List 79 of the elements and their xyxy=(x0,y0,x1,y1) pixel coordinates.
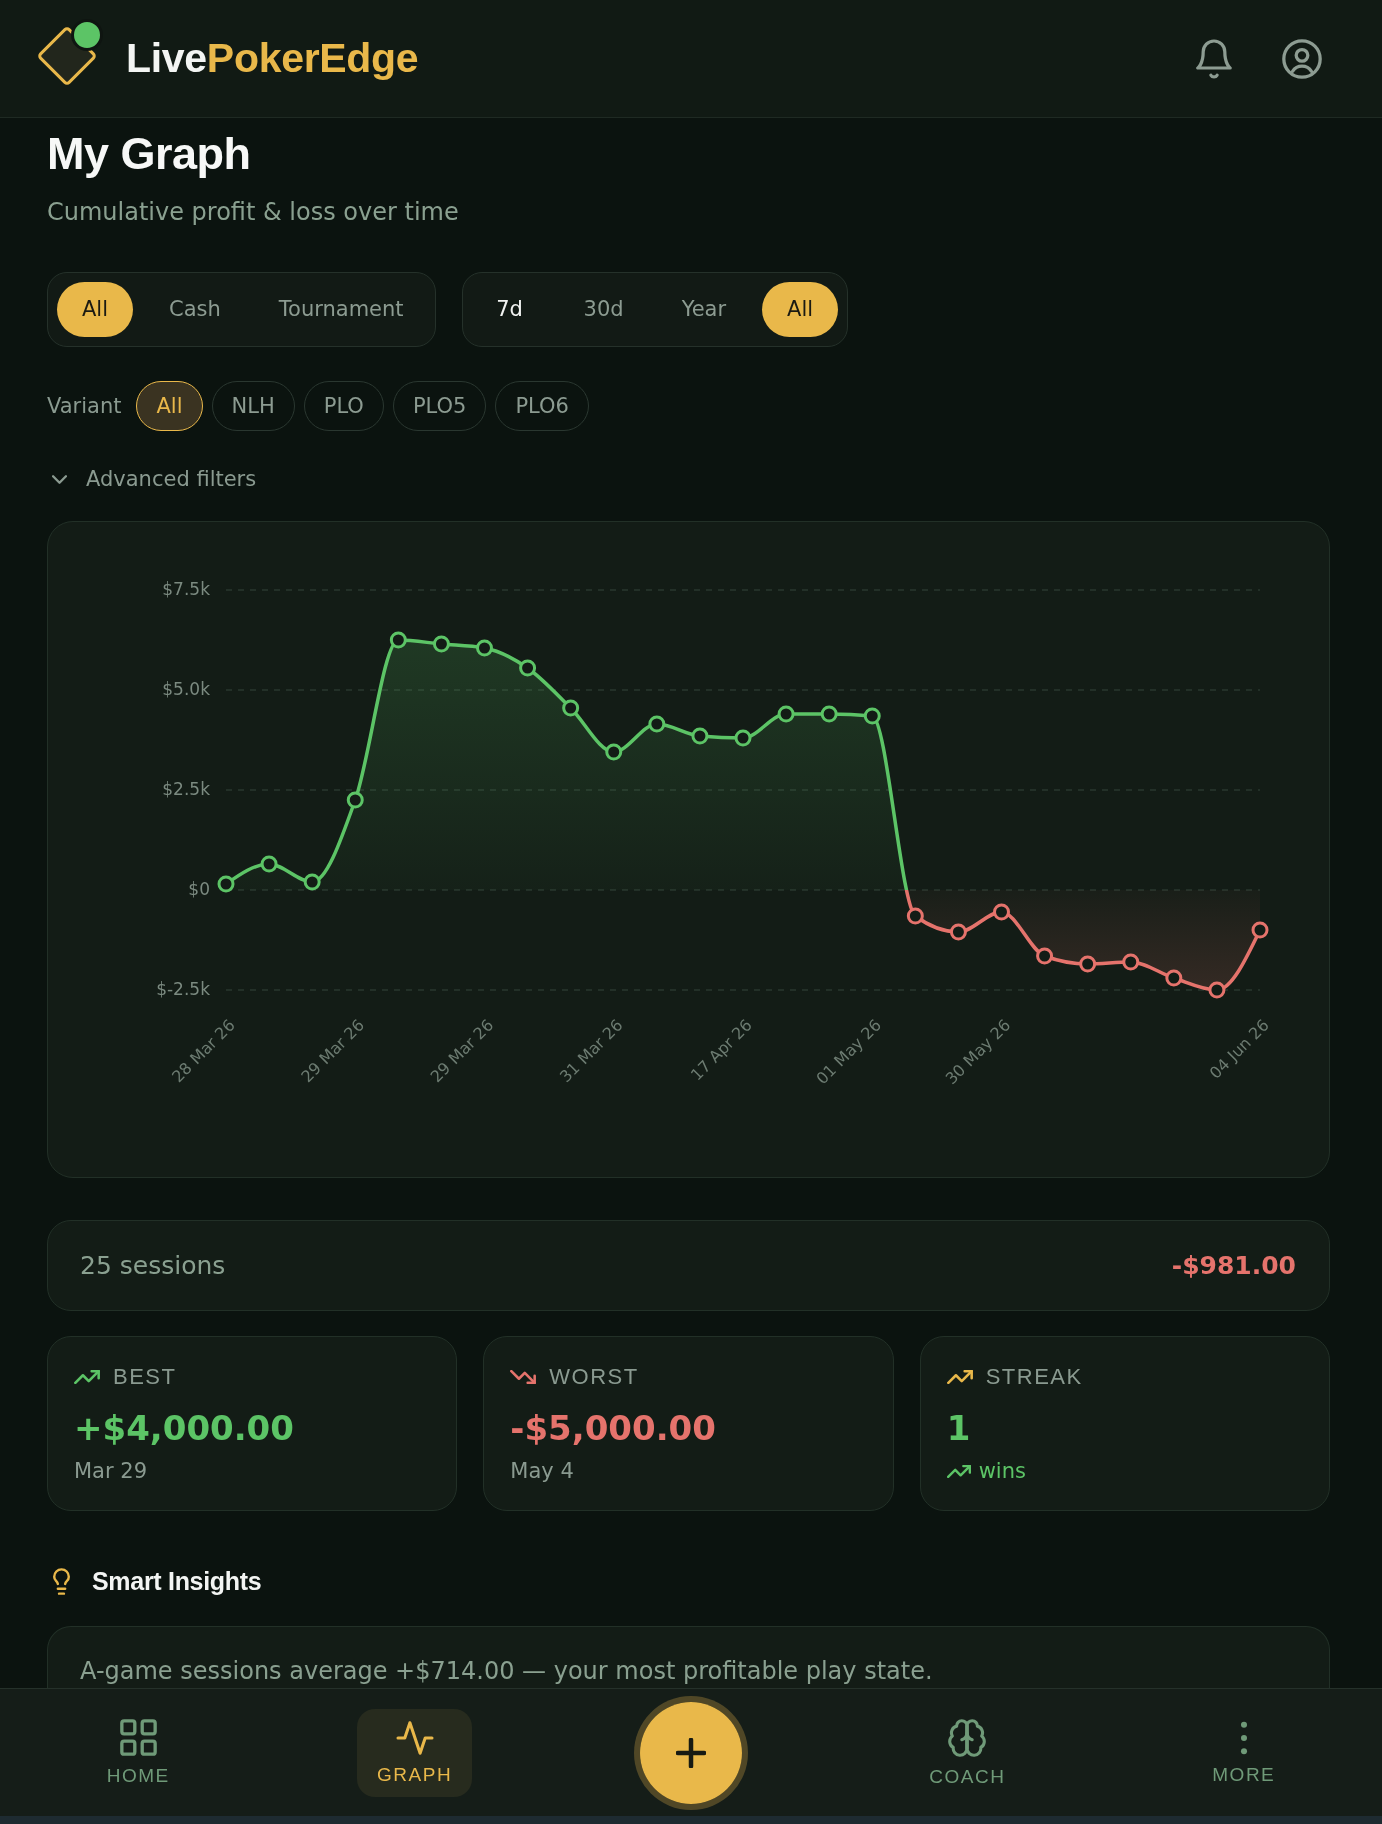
stat-caption: wins xyxy=(978,1458,1026,1485)
stat-value: -$5,000.00 xyxy=(510,1407,716,1450)
data-point xyxy=(1208,981,1226,999)
x-axis-label: 17 Apr 26 xyxy=(686,1015,756,1085)
stat-date: Mar 29 xyxy=(74,1458,148,1485)
plus-icon xyxy=(676,1737,706,1768)
stat-label: BEST xyxy=(113,1364,177,1390)
total-profit: -$981.00 xyxy=(1171,1249,1296,1282)
data-point xyxy=(1036,947,1054,965)
stat-label: WORST xyxy=(549,1364,639,1390)
segment-tab[interactable]: All xyxy=(762,282,839,337)
x-axis-label: 04 Jun 26 xyxy=(1205,1015,1273,1083)
data-point xyxy=(691,727,709,745)
y-axis-label: $5.0k xyxy=(162,679,210,699)
page-subtitle: Cumulative profit & loss over time xyxy=(47,197,460,228)
trend-up-icon xyxy=(946,1464,971,1478)
x-axis-label: 29 Mar 26 xyxy=(426,1015,498,1087)
data-point xyxy=(863,707,881,725)
data-point xyxy=(1251,921,1269,939)
data-point xyxy=(476,639,493,657)
data-point xyxy=(605,743,623,761)
brand-name: LivePokerEdge xyxy=(126,38,419,79)
nav-tab[interactable]: COACH xyxy=(909,1706,1026,1799)
segment-tab[interactable]: Cash xyxy=(147,282,243,337)
data-point xyxy=(820,705,838,723)
segment-tab[interactable]: All xyxy=(57,282,133,337)
filter-label: Variant xyxy=(47,393,122,420)
segment-tab[interactable]: Year xyxy=(659,282,749,337)
data-point xyxy=(562,699,580,717)
bell-icon[interactable] xyxy=(1196,38,1232,79)
y-axis-label: $-2.5k xyxy=(156,979,210,999)
data-point xyxy=(303,873,321,891)
insight-text: A-game sessions average +$714.00 — your most profitable play state. xyxy=(80,1656,934,1687)
trend-down-icon xyxy=(510,1370,537,1384)
nav-tab[interactable]: GRAPH xyxy=(357,1708,473,1797)
variant-chip[interactable]: PLO6 xyxy=(495,381,589,431)
nav-tab[interactable]: HOME xyxy=(86,1707,190,1798)
data-point xyxy=(217,875,235,893)
data-point xyxy=(949,923,967,941)
segment-tab[interactable]: 7d xyxy=(471,282,548,337)
vertical-dots-icon xyxy=(1239,1720,1248,1755)
x-axis-label: 28 Mar 26 xyxy=(168,1015,239,1087)
data-point xyxy=(519,659,537,677)
segment-tab[interactable]: 30d xyxy=(561,282,646,337)
advanced-filters-toggle[interactable]: Advanced filters xyxy=(47,464,257,494)
brain-icon xyxy=(948,1718,987,1757)
x-axis-label: 31 Mar 26 xyxy=(555,1015,627,1087)
data-point xyxy=(906,907,924,925)
stat-value: 1 xyxy=(946,1407,971,1450)
lightbulb-icon xyxy=(53,1567,70,1595)
data-point xyxy=(1165,969,1183,987)
x-axis-label: 29 Mar 26 xyxy=(297,1015,369,1087)
data-point xyxy=(432,635,450,653)
session-count: 25 sessions xyxy=(80,1249,226,1282)
variant-chip[interactable]: All xyxy=(136,381,203,431)
stat-value: +$4,000.00 xyxy=(74,1407,294,1450)
data-point xyxy=(993,903,1010,921)
y-axis-label: $0 xyxy=(188,879,210,899)
page-title: My Graph xyxy=(47,128,252,180)
segment-tab[interactable]: Tournament xyxy=(256,282,426,337)
y-axis-label: $2.5k xyxy=(162,779,210,799)
stat-date: May 4 xyxy=(510,1458,574,1485)
nav-tab[interactable]: MORE xyxy=(1192,1708,1296,1797)
trend-up-icon xyxy=(74,1370,100,1384)
data-point xyxy=(777,705,795,723)
grid-icon xyxy=(119,1719,157,1756)
data-point xyxy=(648,715,666,733)
data-point xyxy=(346,791,364,809)
data-point xyxy=(1122,953,1140,971)
pulse-icon xyxy=(394,1720,435,1755)
data-point xyxy=(389,631,407,649)
section-title: Smart Insights xyxy=(92,1566,262,1597)
user-icon[interactable] xyxy=(1282,38,1322,79)
stat-label: STREAK xyxy=(985,1364,1083,1390)
trend-up-icon xyxy=(946,1370,973,1384)
data-point xyxy=(734,729,752,747)
data-point xyxy=(260,855,278,873)
data-point xyxy=(1079,955,1097,973)
y-axis-label: $7.5k xyxy=(162,579,210,599)
